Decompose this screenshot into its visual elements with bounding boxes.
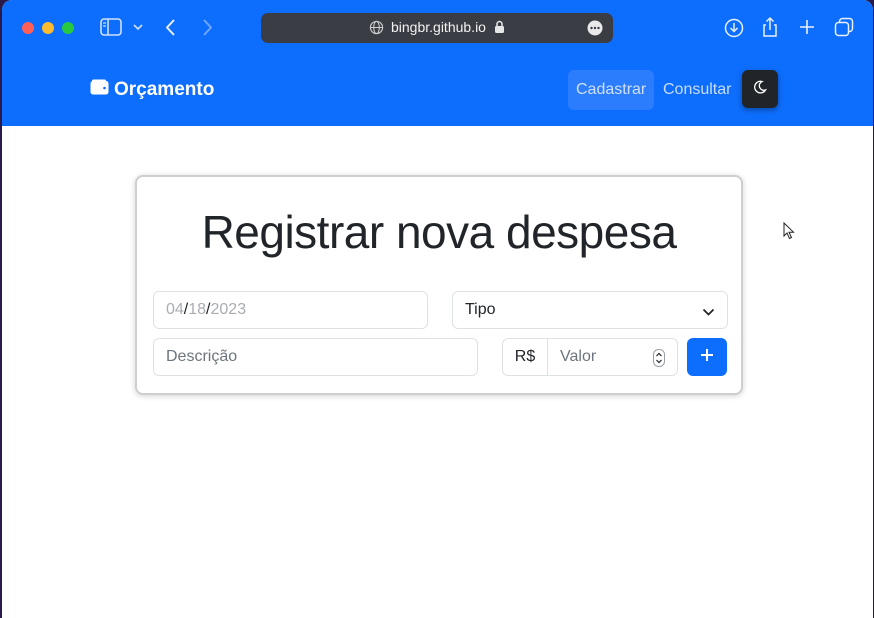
currency-prefix: R$ [502, 338, 548, 376]
valor-placeholder: Valor [560, 348, 597, 365]
forward-icon[interactable] [202, 19, 212, 36]
date-input[interactable]: 04/18/2023 [153, 291, 428, 329]
plus-icon [700, 348, 714, 367]
theme-toggle-button[interactable] [742, 70, 778, 108]
browser-window: bingbr.github.io Orçamento Cadastrar Con… [2, 0, 873, 618]
valor-input[interactable]: Valor [547, 338, 678, 376]
nav-cadastrar[interactable]: Cadastrar [568, 70, 655, 110]
globe-icon [369, 20, 384, 38]
minimize-window-button[interactable] [42, 22, 54, 34]
wallet-icon [90, 79, 109, 101]
descricao-placeholder: Descrição [166, 348, 238, 365]
sidebar-icon[interactable] [100, 18, 122, 36]
url-text: bingbr.github.io [391, 19, 486, 35]
back-icon[interactable] [166, 19, 176, 36]
moon-icon [753, 80, 767, 99]
add-expense-button[interactable] [687, 338, 727, 376]
form-title: Registrar nova despesa [201, 206, 677, 258]
close-window-button[interactable] [22, 22, 34, 34]
more-icon[interactable] [587, 20, 603, 39]
tipo-select[interactable]: Tipo [452, 291, 728, 329]
nav-consultar[interactable]: Consultar [655, 70, 739, 110]
address-bar[interactable]: bingbr.github.io [261, 13, 613, 43]
brand-name: Orçamento [114, 79, 215, 100]
number-stepper-icon[interactable] [653, 349, 665, 372]
descricao-input[interactable]: Descrição [153, 338, 478, 376]
tabs-icon[interactable] [834, 17, 854, 37]
new-tab-icon[interactable] [798, 18, 816, 36]
zoom-window-button[interactable] [62, 22, 74, 34]
lock-icon [494, 20, 505, 37]
brand[interactable]: Orçamento [90, 79, 214, 101]
date-day: 18 [188, 301, 207, 318]
app-navbar: Orçamento Cadastrar Consultar [2, 56, 873, 126]
tipo-selected-value: Tipo [465, 301, 496, 318]
date-month: 04 [166, 301, 184, 318]
mouse-cursor-icon [783, 221, 795, 245]
browser-toolbar: bingbr.github.io [2, 0, 873, 56]
chevron-down-icon[interactable] [133, 24, 143, 31]
date-year: 2023 [210, 301, 247, 318]
share-icon[interactable] [761, 16, 779, 38]
download-icon[interactable] [724, 18, 744, 38]
chevron-down-icon [702, 304, 715, 322]
expense-form-card: Registrar nova despesa 04/18/2023 Tipo D… [135, 175, 743, 395]
